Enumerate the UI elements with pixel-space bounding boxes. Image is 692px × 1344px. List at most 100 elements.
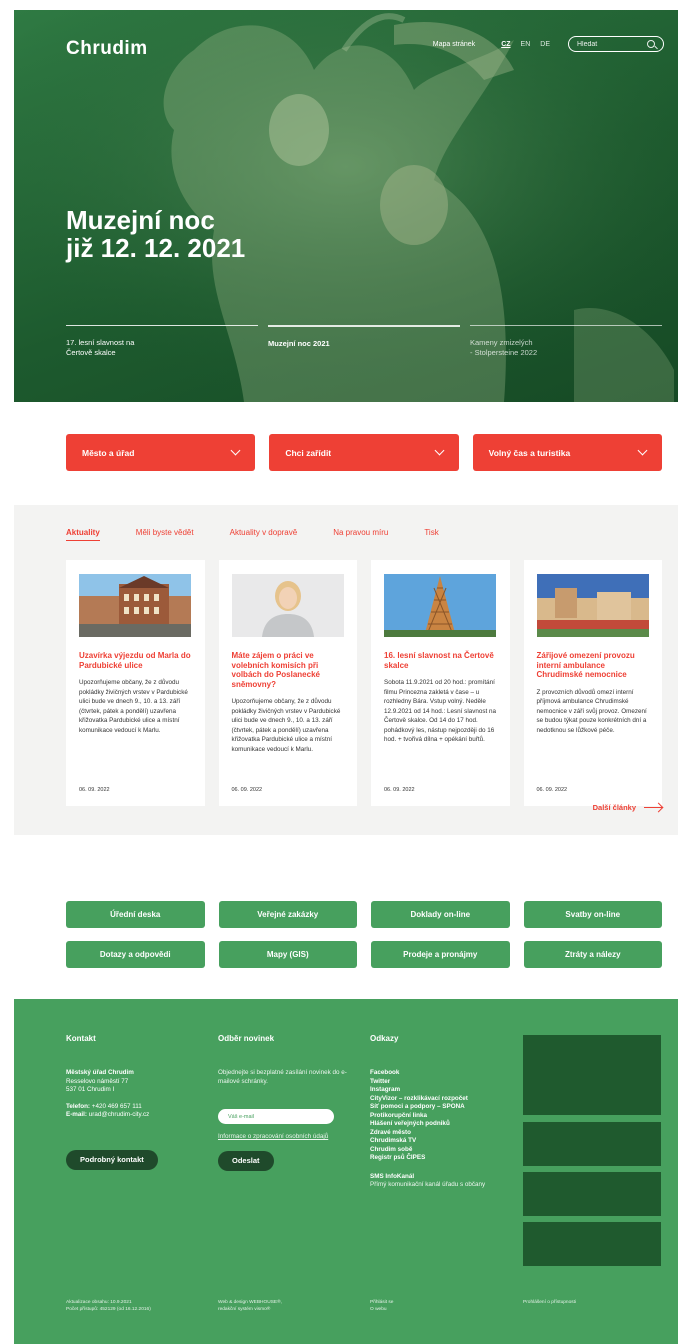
footer-credits: Web & design WEBHOUSE®, redakční systém v… <box>218 1299 282 1313</box>
footer-meta-links: Přihlásit se O webu <box>370 1299 393 1313</box>
sms-infokanal[interactable]: SMS InfoKanál <box>370 1173 500 1182</box>
top-navigation: Mapa stránek CZ EN DE Hledat <box>433 36 664 52</box>
contact-address: Městský úřad Chrudim Resselovo náměstí 7… <box>66 1069 134 1093</box>
news-image <box>79 574 191 637</box>
arrow-right-icon <box>644 806 662 809</box>
footer-link[interactable]: Facebook <box>370 1069 500 1078</box>
hero-banner[interactable]: Chrudim Mapa stránek CZ EN DE Hledat Muz… <box>14 10 678 402</box>
hero-title: Muzejní noc již 12. 12. 2021 <box>66 205 246 263</box>
detailed-contact-button[interactable]: Podrobný kontakt <box>66 1149 158 1170</box>
footer-banner[interactable] <box>523 1035 661 1115</box>
privacy-link[interactable]: Informace o zpracování osobních údajů <box>218 1133 348 1142</box>
quick-link-ztraty[interactable]: Ztráty a nálezy <box>523 941 662 968</box>
footer-link[interactable]: Instagram <box>370 1086 500 1095</box>
chevron-down-icon <box>230 445 241 456</box>
menu-mesto-a-urad[interactable]: Město a úřad <box>66 434 256 471</box>
tab-meli-byste-vedet[interactable]: Měli byste vědět <box>136 528 194 541</box>
footer-link[interactable]: Hlášení veřejných podniků <box>370 1120 500 1129</box>
news-card[interactable]: Máte zájem o práci ve volebních komisích… <box>218 560 357 806</box>
news-text: Z provozních důvodů omezí interní příjmo… <box>536 688 647 734</box>
footer-contact: Kontakt Městský úřad Chrudim Resselovo n… <box>66 1034 196 1170</box>
news-image <box>536 574 649 637</box>
phone-link[interactable]: +420 469 657 111 <box>92 1103 142 1110</box>
more-articles-link[interactable]: Další články <box>593 803 662 812</box>
news-tabs: Aktuality Měli byste vědět Aktuality v d… <box>66 528 439 541</box>
news-title[interactable]: 16. lesní slavnost na Čertově skalce <box>384 651 498 670</box>
footer-stats: Aktualizace obsahu: 10.9.2021 Počet příst… <box>66 1300 151 1312</box>
newsletter-text: Objednejte si bezplatné zasílání novinek… <box>218 1069 347 1085</box>
hero-slide-3[interactable]: Kameny zmizelých - Stolpersteine 2022 <box>470 325 662 358</box>
quick-link-doklady-online[interactable]: Doklady on-line <box>371 901 510 928</box>
footer-link[interactable]: Chrudim sobě <box>370 1146 500 1155</box>
footer-link[interactable]: Protikorupční linka <box>370 1112 500 1121</box>
menu-chci-zaridit[interactable]: Chci zařídit <box>269 434 459 471</box>
contact-phone-email: Telefon: +420 469 657 111 E-mail: urad@c… <box>66 1102 150 1119</box>
quick-link-verejne-zakazky[interactable]: Veřejné zakázky <box>218 901 357 928</box>
main-menu: Město a úřad Chci zařídit Volný čas a tu… <box>66 434 662 471</box>
footer-heading: Odběr novinek <box>218 1034 275 1043</box>
news-date: 06. 09. 2022 <box>536 787 568 793</box>
news-date: 06. 09. 2022 <box>231 787 263 793</box>
site-logo[interactable]: Chrudim <box>66 38 148 60</box>
footer-link[interactable]: Twitter <box>370 1078 500 1087</box>
accessibility-link[interactable]: Prohlášení o přístupnosti <box>523 1299 576 1306</box>
search-icon[interactable] <box>647 40 655 48</box>
menu-volny-cas[interactable]: Volný čas a turistika <box>472 434 662 471</box>
footer-link-list: Facebook Twitter Instagram CityVizor – r… <box>370 1069 500 1163</box>
quick-link-svatby-online[interactable]: Svatby on-line <box>523 901 662 928</box>
email-link[interactable]: urad@chrudim-city.cz <box>89 1111 150 1118</box>
tab-tisk[interactable]: Tisk <box>424 528 438 541</box>
subscribe-button[interactable]: Odeslat <box>218 1150 274 1171</box>
footer-banner[interactable] <box>523 1222 661 1266</box>
footer-link[interactable]: CityVizor – rozklikávací rozpočet <box>370 1095 500 1104</box>
news-text: Upozorňujeme občany, že z důvodu pokládk… <box>231 698 341 753</box>
tab-aktuality-v-doprave[interactable]: Aktuality v dopravě <box>230 528 298 541</box>
footer-link[interactable]: Registr psů ČIPES <box>370 1154 500 1163</box>
hero-slide-selector: 17. lesní slavnost na Čertově skalce Muze… <box>66 325 662 358</box>
news-image <box>231 574 344 637</box>
footer-banner[interactable] <box>523 1172 661 1216</box>
hero-slide-1[interactable]: 17. lesní slavnost na Čertově skalce <box>66 325 258 358</box>
tab-na-pravou-miru[interactable]: Na pravou míru <box>333 528 388 541</box>
chevron-down-icon <box>637 445 648 456</box>
footer-links: Odkazy Facebook Twitter Instagram CityVi… <box>370 1034 500 1190</box>
lang-cz[interactable]: CZ <box>501 41 510 48</box>
hero-slide-2[interactable]: Muzejní noc 2021 <box>268 325 460 358</box>
news-date: 06. 09. 2022 <box>79 787 110 793</box>
sitemap-link[interactable]: Mapa stránek <box>433 41 475 48</box>
news-cards: Uzavírka výjezdu od Marla do Pardubické … <box>66 560 662 806</box>
news-section: Aktuality Měli byste vědět Aktuality v d… <box>14 505 678 835</box>
footer-link[interactable]: Chrudimská TV <box>370 1137 500 1146</box>
lang-en[interactable]: EN <box>521 41 531 48</box>
quick-link-dotazy[interactable]: Dotazy a odpovědi <box>66 941 205 968</box>
login-link[interactable]: Přihlásit se <box>370 1300 393 1305</box>
news-title[interactable]: Máte zájem o práci ve volebních komisích… <box>232 651 346 689</box>
footer-link[interactable]: Síť pomoci a podpory – SPONA <box>370 1103 500 1112</box>
quick-link-prodeje[interactable]: Prodeje a pronájmy <box>371 941 510 968</box>
footer-heading: Kontakt <box>66 1034 96 1043</box>
vismo-link[interactable]: redakční systém vismo® <box>218 1307 270 1312</box>
footer-banner[interactable] <box>523 1122 661 1166</box>
quick-link-mapy-gis[interactable]: Mapy (GIS) <box>218 941 357 968</box>
tab-aktuality[interactable]: Aktuality <box>66 528 100 541</box>
news-image <box>384 574 496 637</box>
about-link[interactable]: O webu <box>370 1307 387 1312</box>
footer-newsletter: Odběr novinek Objednejte si bezplatné za… <box>218 1034 348 1171</box>
quick-link-uredni-deska[interactable]: Úřední deska <box>66 901 205 928</box>
news-text: Sobota 11.9.2021 od 20 hod.: promítání f… <box>384 679 497 743</box>
search-input[interactable]: Hledat <box>568 36 664 52</box>
footer-link[interactable]: Zdravé město <box>370 1129 500 1138</box>
news-title[interactable]: Zářijové omezení provozu interní ambulan… <box>537 651 651 680</box>
chevron-down-icon <box>434 445 445 456</box>
search-placeholder: Hledat <box>577 40 598 48</box>
news-title[interactable]: Uzavírka výjezdu od Marla do Pardubické … <box>79 651 193 670</box>
news-card[interactable]: Zářijové omezení provozu interní ambulan… <box>523 560 662 806</box>
email-field[interactable]: Váš e-mail <box>218 1109 334 1124</box>
quick-links: Úřední deska Veřejné zakázky Doklady on-… <box>66 901 662 968</box>
site-footer: Kontakt Městský úřad Chrudim Resselovo n… <box>14 999 678 1344</box>
news-card[interactable]: Uzavírka výjezdu od Marla do Pardubické … <box>66 560 205 806</box>
news-date: 06. 09. 2022 <box>384 787 415 793</box>
lang-de[interactable]: DE <box>540 41 550 48</box>
webhouse-link[interactable]: Web & design WEBHOUSE®, <box>218 1300 282 1305</box>
news-card[interactable]: 16. lesní slavnost na Čertově skalce Sob… <box>371 560 510 806</box>
